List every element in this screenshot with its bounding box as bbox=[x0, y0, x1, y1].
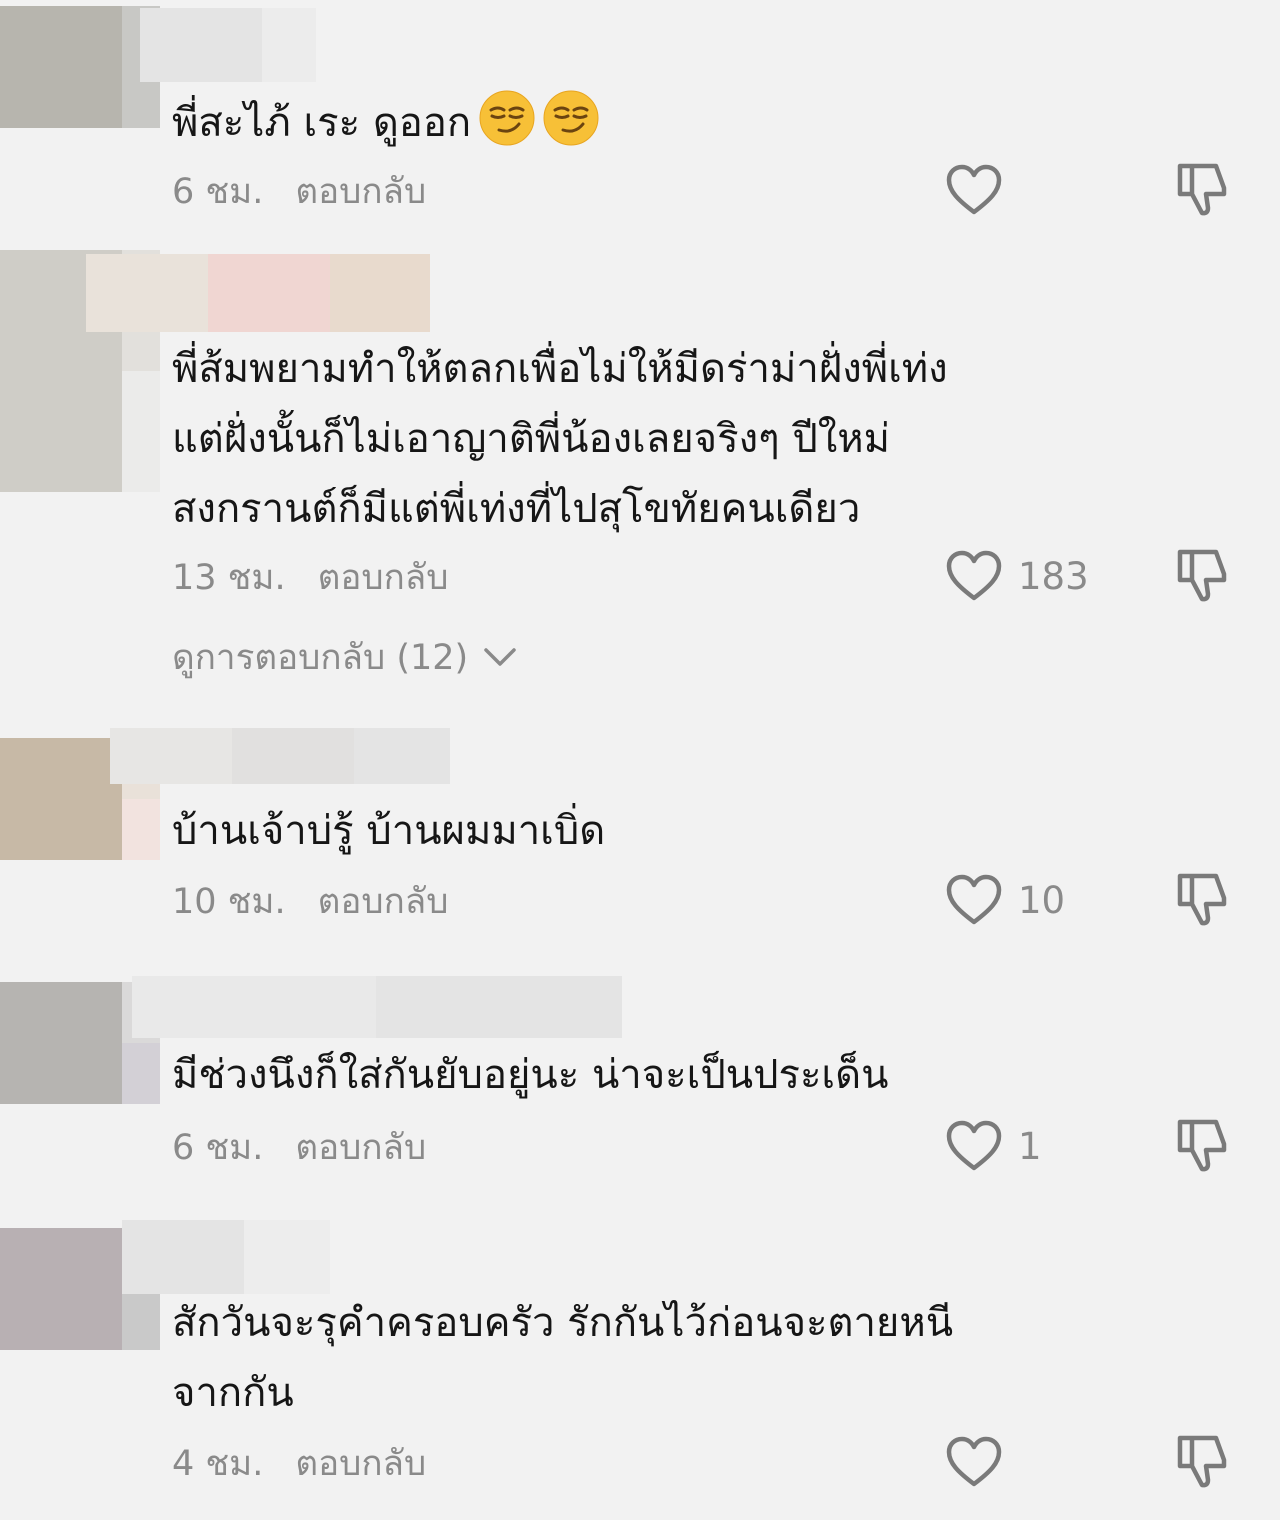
dislike-button[interactable] bbox=[1172, 544, 1232, 604]
thumbs-down-icon bbox=[1177, 1435, 1227, 1488]
username-redacted[interactable] bbox=[132, 976, 622, 1038]
timestamp: 6 ชม. bbox=[172, 171, 264, 212]
comment-text: มีช่วงนึงก็ใส่กันยับอยู่นะ น่าจะเป็นประเ… bbox=[172, 1052, 889, 1098]
smirking-face-emoji bbox=[543, 90, 599, 146]
heart-icon bbox=[946, 1120, 1002, 1171]
comment-text: บ้านเจ้าบ่รู้ บ้านผมมาเบิ่ด bbox=[172, 808, 606, 854]
view-replies-label: ดูการตอบกลับ (12) bbox=[172, 637, 469, 678]
heart-icon bbox=[946, 164, 1002, 215]
comment-meta: 10 ชม. ตอบกลับ bbox=[172, 876, 448, 926]
like-button[interactable]: 10 bbox=[944, 870, 1144, 930]
thumbs-down-icon bbox=[1177, 1119, 1227, 1172]
heart-icon bbox=[946, 1436, 1002, 1487]
timestamp: 6 ชม. bbox=[172, 1127, 264, 1168]
timestamp: 10 ชม. bbox=[172, 881, 286, 922]
dislike-button[interactable] bbox=[1172, 868, 1232, 928]
heart-icon bbox=[946, 874, 1002, 925]
comment-meta: 13 ชม. ตอบกลับ bbox=[172, 552, 448, 602]
username-redacted[interactable] bbox=[122, 1220, 330, 1294]
comment-text: พี่สะไภ้ เระ ดูออก bbox=[172, 88, 1132, 158]
smirking-face-emoji bbox=[479, 90, 535, 146]
heart-icon bbox=[946, 550, 1002, 601]
dislike-button[interactable] bbox=[1172, 158, 1232, 218]
dislike-button[interactable] bbox=[1172, 1114, 1232, 1174]
view-replies-button[interactable]: ดูการตอบกลับ (12) bbox=[172, 632, 518, 682]
timestamp: 13 ชม. bbox=[172, 557, 286, 598]
thumbs-down-icon bbox=[1177, 163, 1227, 216]
username-redacted[interactable] bbox=[110, 728, 450, 784]
dislike-button[interactable] bbox=[1172, 1430, 1232, 1490]
thumbs-down-icon bbox=[1177, 873, 1227, 926]
like-button[interactable]: 183 bbox=[944, 546, 1144, 606]
reply-button[interactable]: ตอบกลับ bbox=[295, 1436, 426, 1491]
timestamp: 4 ชม. bbox=[172, 1443, 264, 1484]
reply-button[interactable]: ตอบกลับ bbox=[295, 164, 426, 219]
like-count: 10 bbox=[1018, 878, 1066, 922]
comment-meta: 6 ชม. ตอบกลับ bbox=[172, 1122, 426, 1172]
like-count: 183 bbox=[1018, 554, 1089, 598]
reply-button[interactable]: ตอบกลับ bbox=[295, 1120, 426, 1175]
comment-text: สักวันจะรุคำครอบครัว รักกันไว้ก่อนจะตายห… bbox=[172, 1300, 954, 1416]
reply-button[interactable]: ตอบกลับ bbox=[318, 550, 449, 605]
chevron-down-icon bbox=[484, 648, 516, 666]
username-redacted[interactable] bbox=[140, 8, 316, 82]
avatar[interactable] bbox=[0, 6, 160, 128]
username-redacted[interactable] bbox=[86, 254, 430, 332]
reply-button[interactable]: ตอบกลับ bbox=[318, 874, 449, 929]
like-button[interactable]: 1 bbox=[944, 1116, 1144, 1176]
like-button[interactable] bbox=[944, 1432, 1144, 1492]
thumbs-down-icon bbox=[1177, 549, 1227, 602]
comment-text: พี่ส้มพยามทำให้ตลกเพื่อไม่ให้มีดร่าม่าฝั… bbox=[172, 346, 948, 532]
comment-meta: 6 ชม. ตอบกลับ bbox=[172, 166, 426, 216]
comment-meta: 4 ชม. ตอบกลับ bbox=[172, 1438, 426, 1488]
like-button[interactable] bbox=[944, 160, 1144, 220]
like-count: 1 bbox=[1018, 1124, 1042, 1168]
